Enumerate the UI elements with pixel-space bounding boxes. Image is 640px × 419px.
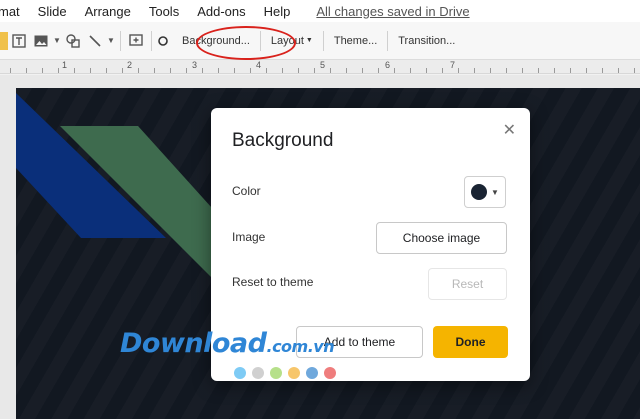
- line-icon[interactable]: [84, 30, 106, 52]
- done-button[interactable]: Done: [433, 326, 508, 358]
- menu-format[interactable]: mat: [0, 4, 20, 19]
- watermark-dot: [234, 367, 246, 379]
- color-swatch: [471, 184, 488, 200]
- ruler-tick: [474, 68, 475, 73]
- close-icon[interactable]: ✕: [503, 120, 516, 140]
- download-watermark: Download.com.vn: [120, 328, 335, 359]
- ruler-tick: [138, 68, 139, 73]
- ruler-tick: [90, 68, 91, 73]
- ruler-tick: [26, 68, 27, 73]
- ruler-tick: [602, 68, 603, 73]
- ruler-tick: [346, 68, 347, 73]
- ruler-tick: [618, 68, 619, 73]
- ruler-tick: [458, 68, 459, 73]
- watermark-text: Download: [120, 328, 267, 359]
- ruler-mark: 3: [192, 60, 198, 70]
- menu-arrange[interactable]: Arrange: [85, 4, 131, 19]
- ruler-tick: [490, 68, 491, 73]
- ruler-tick: [10, 68, 11, 73]
- save-status-link[interactable]: All changes saved in Drive: [316, 4, 469, 19]
- reset-to-theme-label: Reset to theme: [232, 275, 314, 289]
- ruler-tick: [506, 68, 507, 73]
- image-dropdown-chevron-icon[interactable]: ▼: [52, 30, 62, 52]
- chevron-down-icon: ▼: [491, 187, 499, 197]
- ruler-tick: [426, 68, 427, 73]
- ruler-mark: 2: [127, 60, 133, 70]
- ruler-tick: [570, 68, 571, 73]
- ruler-tick: [74, 68, 75, 73]
- shape-icon[interactable]: [62, 30, 84, 52]
- dialog-title: Background: [232, 130, 334, 151]
- image-label: Image: [232, 230, 266, 244]
- color-picker-button[interactable]: ▼: [464, 176, 506, 208]
- ruler-tick: [106, 68, 107, 73]
- ruler-tick: [122, 68, 123, 73]
- ruler-tick: [186, 68, 187, 73]
- select-tool-icon[interactable]: [0, 31, 8, 50]
- menu-add-ons[interactable]: Add-ons: [197, 4, 245, 19]
- toolbar: ▼ ▼ Background... Layout ▼ Theme... Tran…: [0, 22, 640, 60]
- ruler-mark: 7: [450, 60, 456, 70]
- ruler-tick: [330, 68, 331, 73]
- ruler-tick: [538, 68, 539, 73]
- textbox-icon[interactable]: [8, 30, 30, 52]
- ruler-tick: [442, 68, 443, 73]
- ruler-tick: [362, 68, 363, 73]
- partial-tool-icon[interactable]: [156, 30, 170, 52]
- toolbar-divider: [120, 30, 121, 51]
- ruler-tick: [58, 68, 59, 73]
- layout-label: Layout: [270, 34, 304, 47]
- ruler-tick: [522, 68, 523, 73]
- watermark-domain: .com.vn: [266, 337, 335, 356]
- watermark-dot: [324, 367, 336, 379]
- watermark-dots: [234, 367, 336, 379]
- menu-bar: mat Slide Arrange Tools Add-ons Help All…: [0, 0, 640, 22]
- ruler-tick: [202, 68, 203, 73]
- ruler-tick: [282, 68, 283, 73]
- ruler-tick: [394, 68, 395, 73]
- toolbar-divider: [151, 30, 152, 51]
- toolbar-divider: [322, 30, 324, 51]
- horizontal-ruler: 1 2 3 4 5 6 7: [0, 60, 640, 74]
- ruler-tick: [634, 68, 635, 73]
- ruler-tick: [170, 68, 171, 73]
- ruler-tick: [154, 68, 155, 73]
- toolbar-divider: [259, 30, 261, 51]
- menu-help[interactable]: Help: [264, 4, 291, 19]
- ruler-tick: [586, 68, 587, 73]
- ruler-mark: 4: [256, 60, 262, 70]
- background-button[interactable]: Background...: [176, 30, 256, 52]
- ruler-mark: 6: [385, 60, 391, 70]
- toolbar-divider: [387, 30, 389, 51]
- ruler-tick: [298, 68, 299, 73]
- watermark-dot: [270, 367, 282, 379]
- transition-button[interactable]: Transition...: [392, 30, 461, 52]
- add-comment-icon[interactable]: [125, 30, 147, 52]
- chevron-down-icon: ▼: [305, 37, 313, 44]
- ruler-tick: [250, 68, 251, 73]
- ruler-tick: [42, 68, 43, 73]
- ruler-tick: [266, 68, 267, 73]
- ruler-tick: [314, 68, 315, 73]
- color-label: Color: [232, 184, 261, 198]
- ruler-mark: 5: [320, 60, 326, 70]
- layout-button[interactable]: Layout ▼: [265, 30, 319, 52]
- ruler-tick: [410, 68, 411, 73]
- ruler-tick: [218, 68, 219, 73]
- menu-slide[interactable]: Slide: [38, 4, 67, 19]
- ruler-tick: [234, 68, 235, 73]
- watermark-dot: [252, 367, 264, 379]
- choose-image-button[interactable]: Choose image: [376, 222, 507, 254]
- watermark-dot: [306, 367, 318, 379]
- line-dropdown-chevron-icon[interactable]: ▼: [106, 30, 116, 52]
- menu-tools[interactable]: Tools: [149, 4, 179, 19]
- reset-button[interactable]: Reset: [428, 268, 507, 300]
- watermark-dot: [288, 367, 300, 379]
- ruler-mark: 1: [62, 60, 68, 70]
- image-icon[interactable]: [30, 30, 52, 52]
- theme-button[interactable]: Theme...: [328, 30, 383, 52]
- ruler-tick: [554, 68, 555, 73]
- ruler-tick: [378, 68, 379, 73]
